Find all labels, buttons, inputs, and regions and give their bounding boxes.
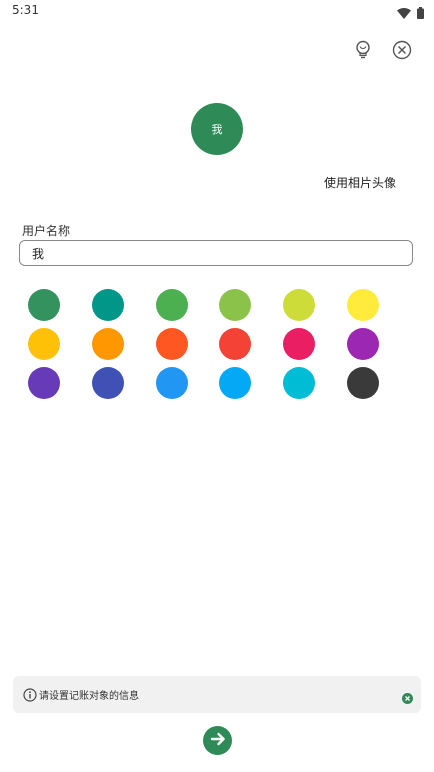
close-button[interactable] — [390, 40, 414, 64]
info-icon — [23, 687, 37, 702]
color-swatch[interactable] — [28, 328, 60, 360]
color-swatch[interactable] — [283, 367, 316, 399]
color-picker — [28, 289, 384, 399]
color-swatch[interactable] — [346, 289, 379, 321]
battery-icon — [417, 4, 424, 23]
status-icons — [397, 4, 424, 23]
status-bar: 5:31 — [0, 0, 434, 22]
use-photo-avatar-link[interactable]: 使用相片头像 — [324, 174, 396, 191]
color-swatch[interactable] — [283, 328, 316, 360]
arrow-right-icon — [209, 730, 227, 752]
avatar[interactable]: 我 — [191, 103, 243, 155]
color-swatch[interactable] — [91, 328, 124, 360]
hint-text: 请设置记账对象的信息 — [39, 691, 139, 702]
color-swatch[interactable] — [346, 367, 379, 399]
color-swatch[interactable] — [219, 289, 252, 321]
username-input[interactable] — [19, 240, 413, 266]
color-swatch[interactable] — [283, 289, 316, 321]
lightbulb-icon — [354, 40, 372, 64]
color-swatch[interactable] — [155, 328, 188, 360]
color-swatch[interactable] — [155, 367, 188, 399]
color-swatch[interactable] — [219, 367, 252, 399]
hint-banner: 请设置记账对象的信息 — [13, 676, 421, 713]
wifi-icon — [397, 4, 411, 23]
color-swatch[interactable] — [155, 289, 188, 321]
hint-close-button[interactable] — [402, 689, 413, 704]
close-circle-icon — [392, 40, 412, 64]
color-swatch[interactable] — [28, 367, 60, 399]
status-time: 5:31 — [12, 3, 39, 17]
tip-button[interactable] — [351, 40, 375, 64]
color-swatch[interactable] — [28, 289, 60, 321]
avatar-text: 我 — [211, 123, 223, 136]
color-swatch[interactable] — [219, 328, 252, 360]
color-swatch[interactable] — [91, 367, 124, 399]
next-button[interactable] — [203, 726, 232, 755]
color-swatch[interactable] — [91, 289, 124, 321]
color-swatch[interactable] — [346, 328, 379, 360]
username-label: 用户名称 — [22, 224, 71, 238]
close-small-icon — [402, 693, 413, 704]
